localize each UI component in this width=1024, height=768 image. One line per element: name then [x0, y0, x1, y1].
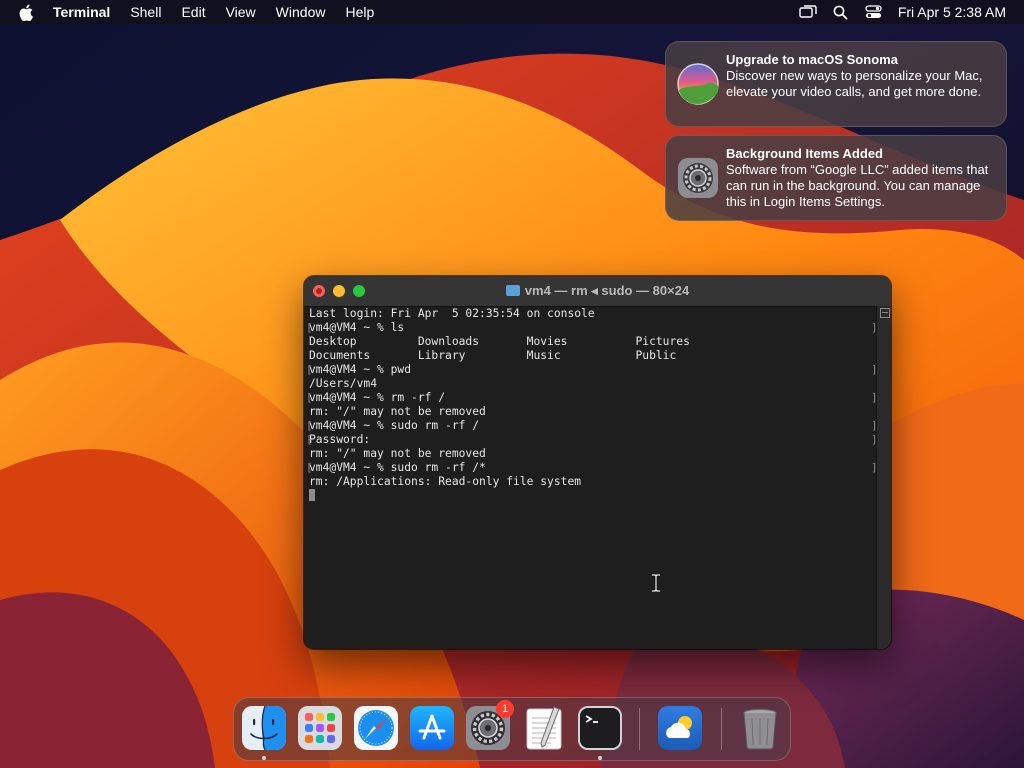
command-mark-left: [	[306, 433, 313, 446]
terminal-scrollbar[interactable]	[876, 306, 891, 649]
apple-menu-icon[interactable]	[19, 4, 33, 21]
menu-window[interactable]: Window	[276, 4, 326, 20]
app-store-icon[interactable]	[409, 705, 455, 751]
terminal-line: /Users/vm4	[309, 377, 869, 391]
terminal-line-text: Documents Library Music Public	[309, 349, 677, 362]
system-settings-icon	[678, 158, 718, 198]
command-mark-left: [	[306, 321, 313, 334]
menu-shell[interactable]: Shell	[130, 4, 161, 20]
terminal-line-text: Password:	[309, 433, 371, 446]
terminal-line: Desktop Downloads Movies Pictures	[309, 335, 869, 349]
terminal-titlebar[interactable]: vm4 — rm ◂ sudo — 80×24	[304, 276, 891, 307]
terminal-window[interactable]: vm4 — rm ◂ sudo — 80×24 Last login: Fri …	[304, 276, 891, 649]
terminal-line: [] vm4@VM4 ~ % pwd	[306, 363, 878, 377]
terminal-line-text: vm4@VM4 ~ % rm -rf /	[309, 391, 446, 404]
menu-view[interactable]: View	[226, 4, 256, 20]
textedit-icon[interactable]	[521, 705, 567, 751]
notification-body: Discover new ways to personalize your Ma…	[726, 68, 983, 99]
control-center-icon[interactable]	[865, 4, 883, 20]
weather-icon[interactable]	[657, 705, 703, 751]
terminal-output[interactable]: Last login: Fri Apr 5 02:35:54 on consol…	[306, 307, 878, 645]
terminal-title: vm4 — rm ◂ sudo — 80×24	[304, 283, 891, 299]
menu-bar: Terminal Shell Edit View Window Help Fri…	[0, 0, 1024, 24]
command-mark-left: [	[306, 461, 313, 474]
menu-app-name[interactable]: Terminal	[53, 4, 110, 20]
menu-help[interactable]: Help	[345, 4, 374, 20]
terminal-line: Last login: Fri Apr 5 02:35:54 on consol…	[309, 307, 869, 321]
terminal-line-text: /Users/vm4	[309, 377, 378, 390]
terminal-line-text: vm4@VM4 ~ % ls	[309, 321, 405, 334]
dock: 1	[233, 697, 791, 761]
terminal-line: [] Password:	[306, 433, 878, 447]
notification-title: Background Items Added	[726, 146, 883, 161]
command-mark-left: [	[306, 419, 313, 432]
terminal-line: rm: "/" may not be removed	[309, 447, 869, 461]
terminal-cursor-line	[309, 489, 869, 503]
trash-icon[interactable]	[737, 705, 783, 751]
terminal-icon[interactable]	[577, 705, 623, 751]
safari-icon[interactable]	[353, 705, 399, 751]
notification-badge: 1	[496, 700, 514, 718]
folder-icon	[505, 285, 520, 296]
screen-mirroring-icon[interactable]	[799, 4, 817, 20]
menu-edit[interactable]: Edit	[181, 4, 205, 20]
menu-bar-status-area: Fri Apr 5 2:38 AM	[799, 0, 1024, 24]
spotlight-search-icon[interactable]	[832, 4, 850, 20]
menu-bar-clock[interactable]: Fri Apr 5 2:38 AM	[898, 4, 1006, 20]
terminal-line-text: Desktop Downloads Movies Pictures	[309, 335, 690, 348]
scroll-view-toggle-icon[interactable]	[880, 308, 890, 318]
notification-title: Upgrade to macOS Sonoma	[726, 52, 898, 67]
terminal-line: rm: "/" may not be removed	[309, 405, 869, 419]
dock-separator	[721, 708, 722, 750]
launchpad-icon[interactable]	[297, 705, 343, 751]
finder-icon[interactable]	[241, 705, 287, 751]
command-mark-left: [	[306, 363, 313, 376]
terminal-line: rm: /Applications: Read-only file system	[309, 475, 869, 489]
terminal-line: [] vm4@VM4 ~ % ls	[306, 321, 878, 335]
running-indicator	[598, 756, 602, 760]
terminal-cursor	[309, 489, 315, 501]
terminal-line-text: rm: "/" may not be removed	[309, 447, 486, 460]
terminal-line-text: rm: /Applications: Read-only file system	[309, 475, 582, 488]
terminal-line-text: vm4@VM4 ~ % sudo rm -rf /*	[309, 461, 486, 474]
terminal-line: Documents Library Music Public	[309, 349, 869, 363]
notification-body: Software from “Google LLC” added items t…	[726, 162, 989, 209]
terminal-line-text: Last login: Fri Apr 5 02:35:54 on consol…	[309, 307, 595, 320]
text-cursor-icon	[652, 574, 660, 592]
terminal-title-text: vm4 — rm ◂ sudo — 80×24	[524, 283, 690, 298]
macos-sonoma-icon	[677, 63, 719, 105]
terminal-line-text: rm: "/" may not be removed	[309, 405, 486, 418]
terminal-line-text: vm4@VM4 ~ % sudo rm -rf /	[309, 419, 480, 432]
terminal-line: [] vm4@VM4 ~ % sudo rm -rf /*	[306, 461, 878, 475]
terminal-line: [] vm4@VM4 ~ % rm -rf /	[306, 391, 878, 405]
terminal-line: [] vm4@VM4 ~ % sudo rm -rf /	[306, 419, 878, 433]
command-mark-left: [	[306, 391, 313, 404]
notification-upgrade-macos[interactable]: Upgrade to macOS Sonoma Discover new way…	[665, 41, 1007, 127]
terminal-line-text: vm4@VM4 ~ % pwd	[309, 363, 412, 376]
dock-separator	[639, 708, 640, 750]
running-indicator	[262, 756, 266, 760]
notification-background-items[interactable]: Background Items Added Software from “Go…	[665, 135, 1007, 221]
